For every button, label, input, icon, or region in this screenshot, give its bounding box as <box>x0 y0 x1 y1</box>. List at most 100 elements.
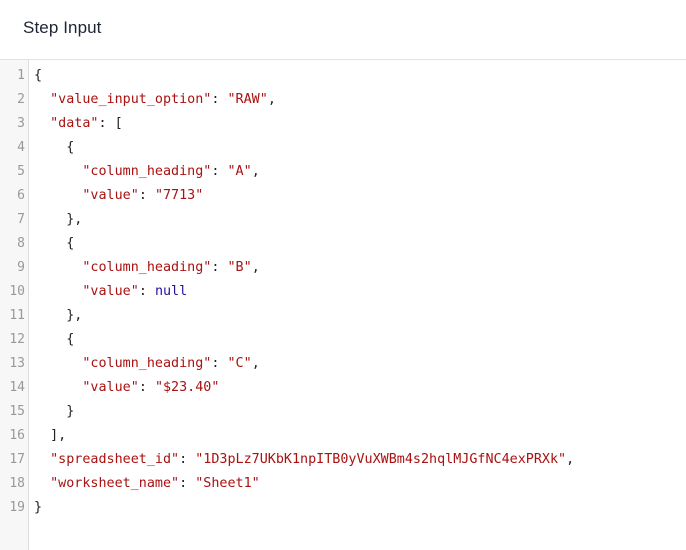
code-line[interactable]: 11 }, <box>0 304 686 328</box>
json-punctuation: { <box>34 68 43 83</box>
json-string: "1D3pLz7UKbK1npITB0yVuXWBm4s2hqlMJGfNC4e… <box>195 452 567 467</box>
json-punctuation: } <box>66 404 75 419</box>
line-content: "column_heading": "C", <box>34 352 260 376</box>
json-punctuation: : <box>138 284 155 299</box>
line-content: } <box>34 400 74 424</box>
json-punctuation: , <box>251 356 260 371</box>
line-content: "value": "7713" <box>34 184 203 208</box>
line-content: }, <box>34 208 82 232</box>
json-punctuation: : [ <box>98 116 123 131</box>
json-key: "data" <box>50 116 99 131</box>
line-number: 1 <box>17 68 25 83</box>
code-line[interactable]: 3 "data": [ <box>0 112 686 136</box>
json-punctuation: { <box>66 140 75 155</box>
line-number: 8 <box>17 236 25 251</box>
json-punctuation: , <box>251 164 260 179</box>
json-punctuation: { <box>66 332 75 347</box>
line-number: 4 <box>17 140 25 155</box>
json-string: "RAW" <box>227 92 268 107</box>
code-line[interactable]: 19} <box>0 496 686 520</box>
json-punctuation: } <box>34 500 43 515</box>
line-content: "column_heading": "B", <box>34 256 260 280</box>
line-number: 11 <box>9 308 25 323</box>
json-punctuation: : <box>138 380 155 395</box>
line-number: 6 <box>17 188 25 203</box>
json-punctuation: : <box>211 260 228 275</box>
json-punctuation: { <box>66 236 75 251</box>
line-number: 17 <box>9 452 25 467</box>
line-number: 16 <box>9 428 25 443</box>
code-line[interactable]: 18 "worksheet_name": "Sheet1" <box>0 472 686 496</box>
json-string: "$23.40" <box>154 380 220 395</box>
json-punctuation: , <box>251 260 260 275</box>
json-key: "column_heading" <box>82 164 212 179</box>
code-line[interactable]: 4 { <box>0 136 686 160</box>
line-number: 14 <box>9 380 25 395</box>
code-line[interactable]: 1{ <box>0 64 686 88</box>
line-content: }, <box>34 304 82 328</box>
line-content: { <box>34 136 74 160</box>
code-lines: 1{2 "value_input_option": "RAW", 3 "data"… <box>0 64 686 520</box>
json-punctuation: ], <box>50 428 67 443</box>
json-punctuation: : <box>179 476 196 491</box>
json-punctuation: , <box>566 452 575 467</box>
json-key: "column_heading" <box>82 356 212 371</box>
line-content: "data": [ <box>34 112 123 136</box>
line-number: 3 <box>17 116 25 131</box>
json-key: "value" <box>82 284 139 299</box>
json-key: "worksheet_name" <box>50 476 180 491</box>
code-line[interactable]: 14 "value": "$23.40" <box>0 376 686 400</box>
code-line[interactable]: 16 ], <box>0 424 686 448</box>
json-punctuation: : <box>211 356 228 371</box>
line-content: "column_heading": "A", <box>34 160 260 184</box>
code-line[interactable]: 9 "column_heading": "B", <box>0 256 686 280</box>
line-number: 12 <box>9 332 25 347</box>
panel-header: Step Input <box>0 0 686 60</box>
json-string: "A" <box>227 164 252 179</box>
json-punctuation: : <box>179 452 196 467</box>
code-line[interactable]: 5 "column_heading": "A", <box>0 160 686 184</box>
json-key: "value" <box>82 380 139 395</box>
json-punctuation: , <box>267 92 276 107</box>
json-string: "7713" <box>154 188 204 203</box>
line-content: ], <box>34 424 66 448</box>
code-editor[interactable]: 1{2 "value_input_option": "RAW", 3 "data"… <box>0 60 686 550</box>
code-line[interactable]: 2 "value_input_option": "RAW", <box>0 88 686 112</box>
json-key: "column_heading" <box>82 260 212 275</box>
line-content: { <box>34 328 74 352</box>
code-line[interactable]: 8 { <box>0 232 686 256</box>
json-punctuation: }, <box>66 212 83 227</box>
json-punctuation: }, <box>66 308 83 323</box>
line-number: 18 <box>9 476 25 491</box>
json-key: "value" <box>82 188 139 203</box>
json-key: "value_input_option" <box>50 92 212 107</box>
line-content: "value": "$23.40" <box>34 376 219 400</box>
json-string: "B" <box>227 260 252 275</box>
json-key: "spreadsheet_id" <box>50 452 180 467</box>
line-number: 9 <box>17 260 25 275</box>
code-line[interactable]: 6 "value": "7713" <box>0 184 686 208</box>
code-line[interactable]: 17 "spreadsheet_id": "1D3pLz7UKbK1npITB0… <box>0 448 686 472</box>
code-line[interactable]: 10 "value": null <box>0 280 686 304</box>
panel-title: Step Input <box>23 18 102 37</box>
json-punctuation: : <box>211 92 228 107</box>
line-content: "value_input_option": "RAW", <box>34 88 276 112</box>
line-number: 2 <box>17 92 25 107</box>
json-string: "Sheet1" <box>195 476 260 491</box>
line-content: "value": null <box>34 280 187 304</box>
line-number: 5 <box>17 164 25 179</box>
line-content: { <box>34 64 42 88</box>
json-punctuation: : <box>138 188 155 203</box>
code-line[interactable]: 13 "column_heading": "C", <box>0 352 686 376</box>
line-content: } <box>34 496 42 520</box>
line-number: 15 <box>9 404 25 419</box>
line-content: "spreadsheet_id": "1D3pLz7UKbK1npITB0yVu… <box>34 448 574 472</box>
code-line[interactable]: 15 } <box>0 400 686 424</box>
line-number: 7 <box>17 212 25 227</box>
line-number: 19 <box>9 500 25 515</box>
code-line[interactable]: 7 }, <box>0 208 686 232</box>
json-null: null <box>154 284 188 299</box>
code-line[interactable]: 12 { <box>0 328 686 352</box>
line-content: "worksheet_name": "Sheet1" <box>34 472 260 496</box>
line-content: { <box>34 232 74 256</box>
